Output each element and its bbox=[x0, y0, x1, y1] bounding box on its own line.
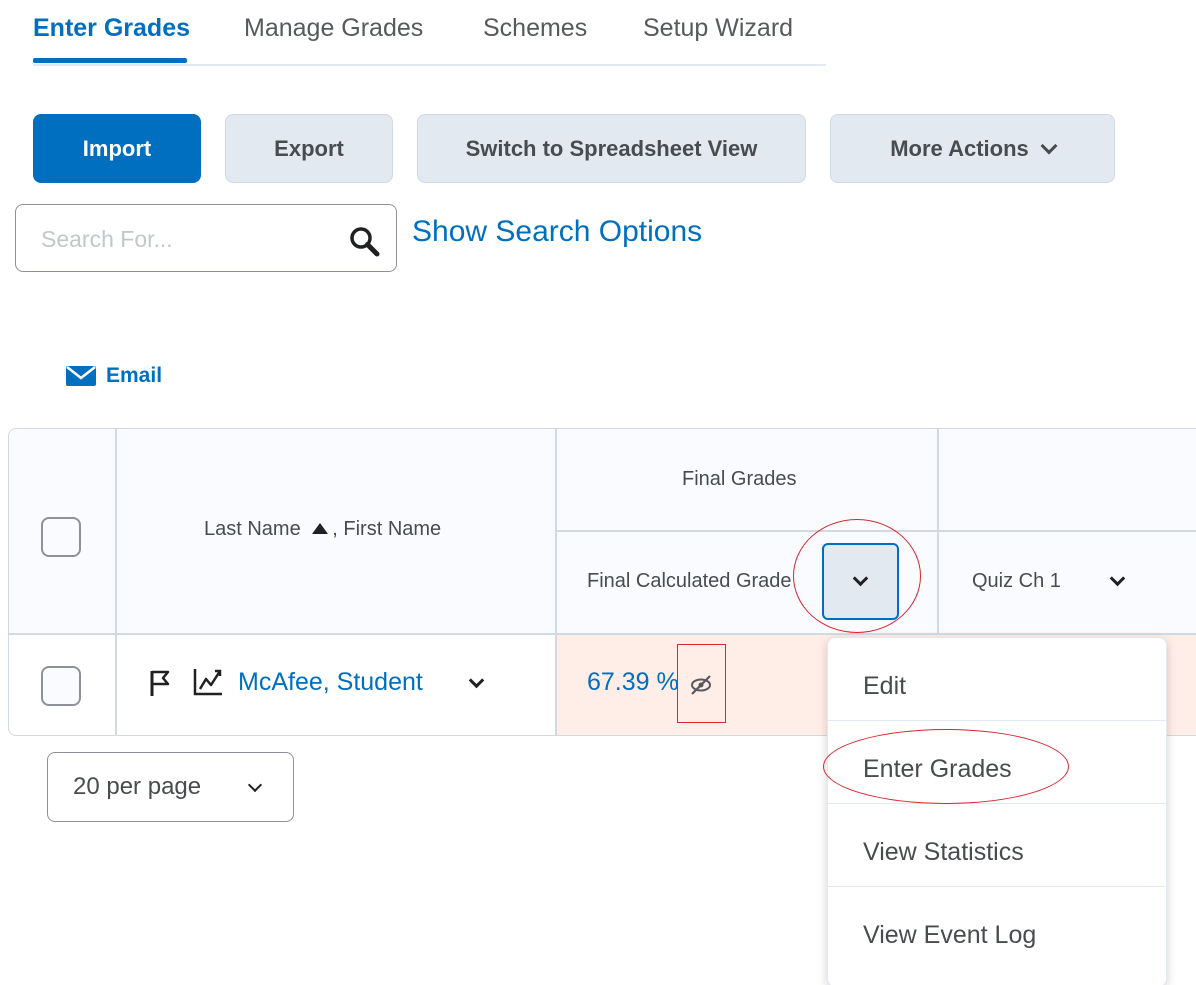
select-all-checkbox[interactable] bbox=[41, 517, 81, 557]
column-divider bbox=[115, 429, 117, 735]
annotation-box bbox=[677, 644, 726, 723]
switch-to-spreadsheet-button[interactable]: Switch to Spreadsheet View bbox=[417, 114, 806, 183]
menu-item-label: Edit bbox=[863, 672, 907, 700]
last-name-sort[interactable]: Last Name bbox=[204, 518, 301, 540]
chevron-down-icon bbox=[1040, 137, 1058, 154]
final-grades-group-header: Final Grades bbox=[682, 468, 797, 490]
column-divider bbox=[937, 429, 939, 633]
tab-bar: Enter Grades Manage Grades Schemes Setup… bbox=[33, 0, 826, 66]
envelope-icon bbox=[66, 366, 96, 386]
search-icon[interactable] bbox=[348, 225, 382, 259]
search-input[interactable] bbox=[41, 223, 331, 255]
show-search-options-link[interactable]: Show Search Options bbox=[412, 215, 702, 249]
menu-item-view-statistics[interactable]: View Statistics bbox=[828, 804, 1166, 887]
email-button[interactable]: Email bbox=[66, 364, 162, 388]
final-grade-value[interactable]: 67.39 % bbox=[587, 668, 679, 697]
student-chevron-down-icon[interactable] bbox=[468, 672, 485, 689]
active-tab-indicator bbox=[33, 58, 187, 63]
annotation-circle bbox=[823, 729, 1069, 804]
row-select-checkbox[interactable] bbox=[41, 666, 81, 706]
student-name-link[interactable]: McAfee, Student bbox=[238, 668, 423, 697]
import-button[interactable]: Import bbox=[33, 114, 201, 183]
header-bottom-border bbox=[9, 633, 1196, 635]
export-button[interactable]: Export bbox=[225, 114, 393, 183]
page-size-label: 20 per page bbox=[73, 773, 202, 800]
column-divider bbox=[555, 429, 557, 735]
annotation-circle bbox=[793, 519, 921, 633]
first-name-sort[interactable]: , First Name bbox=[332, 518, 441, 540]
search-box bbox=[15, 204, 397, 272]
more-actions-label: More Actions bbox=[890, 135, 1029, 161]
menu-item-label: View Event Log bbox=[863, 921, 1037, 949]
sort-ascending-icon bbox=[312, 523, 329, 535]
chart-line-icon[interactable] bbox=[192, 667, 224, 697]
page-size-select[interactable]: 20 per page bbox=[47, 752, 294, 822]
quiz-ch1-header[interactable]: Quiz Ch 1 bbox=[972, 570, 1061, 593]
tab-enter-grades[interactable]: Enter Grades bbox=[33, 14, 190, 43]
flag-icon[interactable] bbox=[149, 669, 171, 697]
final-calculated-grade-header[interactable]: Final Calculated Grade bbox=[587, 570, 792, 593]
chevron-down-icon bbox=[247, 777, 263, 793]
name-column-header[interactable]: Last Name , First Name bbox=[204, 518, 441, 541]
export-button-label: Export bbox=[274, 135, 344, 161]
tab-setup-wizard[interactable]: Setup Wizard bbox=[643, 14, 793, 43]
menu-item-label: View Statistics bbox=[863, 838, 1024, 866]
menu-item-edit[interactable]: Edit bbox=[828, 638, 1166, 721]
switch-to-spreadsheet-label: Switch to Spreadsheet View bbox=[465, 135, 758, 161]
column-options-menu: Edit Enter Grades View Statistics View E… bbox=[827, 637, 1167, 985]
email-label: Email bbox=[106, 364, 163, 387]
import-button-label: Import bbox=[82, 135, 152, 161]
more-actions-button[interactable]: More Actions bbox=[830, 114, 1115, 183]
menu-item-view-event-log[interactable]: View Event Log bbox=[828, 887, 1166, 970]
tab-manage-grades[interactable]: Manage Grades bbox=[244, 14, 423, 43]
tab-schemes[interactable]: Schemes bbox=[483, 14, 587, 43]
